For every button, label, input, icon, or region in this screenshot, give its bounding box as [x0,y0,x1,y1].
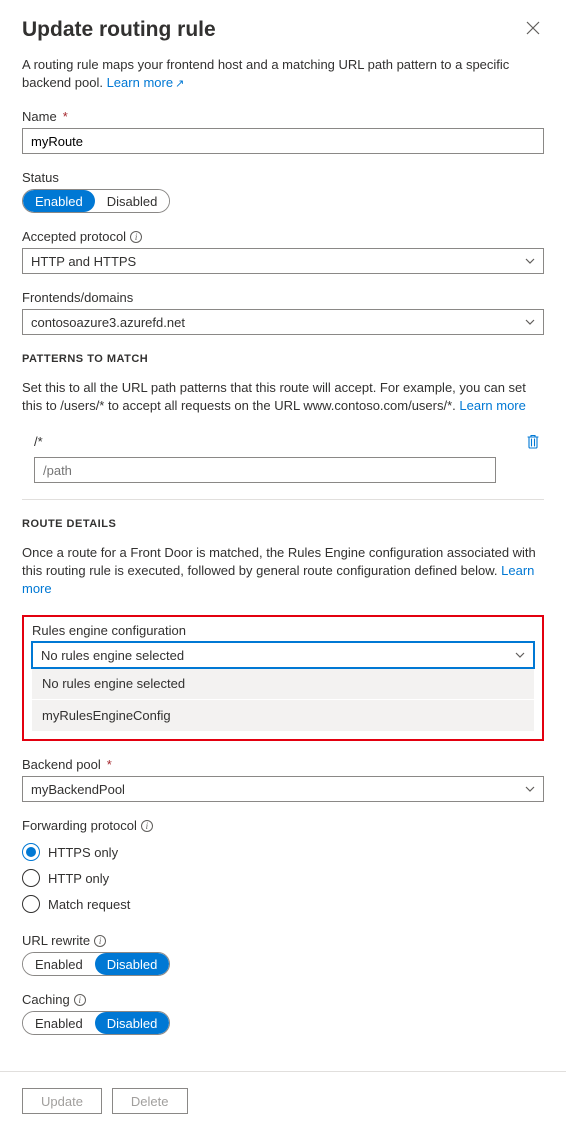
intro-text: A routing rule maps your frontend host a… [22,56,544,91]
info-icon[interactable]: i [94,935,106,947]
route-heading: ROUTE DETAILS [22,518,544,530]
fwd-protocol-label: Forwarding protocol i [22,818,544,833]
rules-engine-label: Rules engine configuration [32,623,534,638]
status-enabled[interactable]: Enabled [23,190,95,212]
url-rewrite-enabled[interactable]: Enabled [23,953,95,975]
radio-icon [22,869,40,887]
protocol-label: Accepted protocol i [22,229,544,244]
learn-more-link[interactable]: Learn more↗ [107,75,185,90]
name-label: Name* [22,109,544,124]
panel-title: Update routing rule [22,18,216,42]
patterns-learn-more-link[interactable]: Learn more [459,398,525,413]
route-desc: Once a route for a Front Door is matched… [22,544,544,597]
required-icon: * [63,109,68,124]
url-rewrite-disabled[interactable]: Disabled [95,953,170,975]
fwd-protocol-option-match[interactable]: Match request [22,891,544,917]
rules-engine-option[interactable]: No rules engine selected [32,668,534,699]
caching-toggle[interactable]: Enabled Disabled [22,1011,170,1035]
chevron-down-icon [515,649,525,661]
patterns-heading: PATTERNS TO MATCH [22,353,544,365]
chevron-down-icon [525,783,535,795]
radio-icon [22,895,40,913]
rules-engine-option[interactable]: myRulesEngineConfig [32,699,534,731]
url-rewrite-toggle[interactable]: Enabled Disabled [22,952,170,976]
close-icon[interactable] [522,18,544,40]
info-icon[interactable]: i [74,994,86,1006]
required-icon: * [107,757,112,772]
radio-icon [22,843,40,861]
pattern-item: /* [22,432,544,453]
status-disabled[interactable]: Disabled [95,190,170,212]
chevron-down-icon [525,255,535,267]
name-input[interactable] [22,128,544,154]
update-button[interactable]: Update [22,1088,102,1114]
external-link-icon: ↗ [175,78,184,90]
rules-engine-options: No rules engine selected myRulesEngineCo… [32,668,534,731]
info-icon[interactable]: i [130,231,142,243]
fwd-protocol-option-https[interactable]: HTTPS only [22,839,544,865]
trash-icon[interactable] [526,434,540,449]
url-rewrite-label: URL rewrite i [22,933,544,948]
chevron-down-icon [525,316,535,328]
rules-engine-highlight: Rules engine configuration No rules engi… [22,615,544,741]
frontends-dropdown[interactable]: contosoazure3.azurefd.net [22,309,544,335]
info-icon[interactable]: i [141,820,153,832]
pattern-input[interactable] [34,457,496,483]
protocol-dropdown[interactable]: HTTP and HTTPS [22,248,544,274]
fwd-protocol-option-http[interactable]: HTTP only [22,865,544,891]
status-toggle[interactable]: Enabled Disabled [22,189,170,213]
divider [22,499,544,500]
backend-dropdown[interactable]: myBackendPool [22,776,544,802]
rules-engine-dropdown[interactable]: No rules engine selected [32,642,534,668]
caching-disabled[interactable]: Disabled [95,1012,170,1034]
delete-button[interactable]: Delete [112,1088,188,1114]
footer: Update Delete [0,1071,566,1130]
caching-enabled[interactable]: Enabled [23,1012,95,1034]
backend-label: Backend pool* [22,757,544,772]
patterns-desc: Set this to all the URL path patterns th… [22,379,544,414]
caching-label: Caching i [22,992,544,1007]
frontends-label: Frontends/domains [22,290,544,305]
status-label: Status [22,170,544,185]
